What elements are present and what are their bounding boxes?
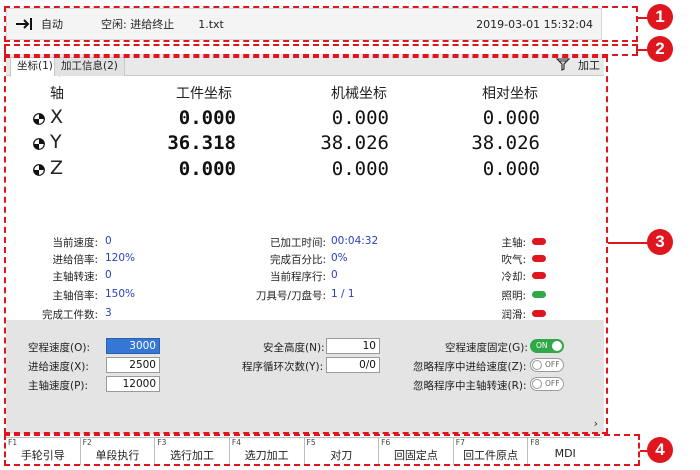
funnel-icon	[555, 57, 571, 74]
feed-speed-label: 进给速度(X):	[28, 361, 89, 373]
status-bar: 自动 空闲: 进给终止 1.txt 2019-03-01 15:32:04	[6, 8, 602, 40]
fkey-select-tool[interactable]: F4 选刀加工	[230, 438, 305, 465]
arrow-into-bracket-icon	[15, 17, 35, 31]
tab-bar: 坐标(1) 加工信息(2) 加工	[6, 54, 604, 77]
machining-label: 加工	[578, 59, 600, 72]
work-coord-value: 0.000	[178, 158, 236, 180]
file-name: 1.txt	[198, 17, 224, 31]
info-spindle-rate-value: 150%	[105, 288, 136, 300]
annotation-badge-3: 3	[647, 229, 673, 255]
ignore-spindle-label: 忽略程序中主轴转速(R):	[413, 380, 527, 392]
fkey-mdi[interactable]: F8 MDI	[528, 438, 602, 465]
axis-label: X	[50, 106, 64, 128]
axis-row-y: Y 36.318 38.026 38.026	[6, 131, 604, 157]
fkey-tool-setting[interactable]: F5 对刀	[305, 438, 380, 465]
rapid-fixed-label: 空程速度固定(G):	[445, 342, 528, 354]
ignore-feed-label: 忽略程序中进给速度(Z):	[413, 361, 527, 373]
air-led	[532, 255, 546, 262]
datetime: 2019-03-01 15:32:04	[476, 17, 593, 31]
header-relative-coord: 相对坐标	[482, 86, 538, 102]
info-current-speed-value: 0	[105, 235, 112, 247]
info-feed-rate: 进给倍率:	[52, 254, 98, 266]
rapid-fixed-toggle[interactable]: ON	[530, 339, 564, 353]
tab-machining-info[interactable]: 加工信息(2)	[54, 57, 125, 76]
header-work-coord: 工件坐标	[176, 86, 232, 102]
loop-count-input[interactable]: 0/0	[326, 357, 380, 373]
pie-icon	[33, 164, 45, 176]
light-led	[532, 291, 546, 298]
chevron-right-icon[interactable]: ›	[594, 417, 598, 430]
function-key-bar: F1 手轮引导 F2 单段执行 F3 选行加工 F4 选刀加工 F5 对刀 F6 回固定点 …	[6, 437, 602, 465]
lube-led	[532, 310, 546, 317]
info-percent-done-value: 0%	[331, 252, 348, 264]
info-tool-number: 刀具号/刀盘号:	[255, 290, 326, 302]
axis-row-x: X 0.000 0.000 0.000	[6, 106, 604, 132]
safe-height-label: 安全高度(N):	[263, 342, 325, 354]
header-axis: 轴	[50, 86, 64, 102]
axis-label: Z	[50, 157, 64, 179]
fkey-fixed-point[interactable]: F6 回固定点	[379, 438, 454, 465]
info-elapsed-time: 已加工时间:	[269, 237, 326, 249]
indicator-light: 照明:	[501, 290, 526, 302]
info-tool-number-value: 1 / 1	[331, 288, 355, 300]
info-elapsed-time-value: 00:04:32	[331, 235, 379, 247]
machine-coord-value: 0.000	[331, 158, 389, 180]
pie-icon	[33, 138, 45, 150]
fkey-select-line[interactable]: F3 选行加工	[155, 438, 230, 465]
parameter-panel: 空程速度(O): 3000 进给速度(X): 2500 主轴速度(P): 120…	[6, 320, 604, 434]
relative-coord-value: 0.000	[482, 107, 540, 129]
indicator-air: 吹气:	[501, 254, 526, 266]
work-coord-value: 0.000	[178, 107, 236, 129]
fkey-work-origin[interactable]: F7 回工件原点	[454, 438, 529, 465]
machine-state: 空闲: 进给终止	[101, 18, 175, 31]
machining-filter-button[interactable]: 加工	[555, 56, 600, 74]
rapid-speed-input[interactable]: 3000	[106, 338, 160, 354]
info-current-line: 当前程序行:	[269, 271, 326, 283]
loop-count-label: 程序循环次数(Y):	[242, 361, 324, 373]
machine-coord-value: 38.026	[320, 132, 389, 154]
info-percent-done: 完成百分比:	[269, 254, 326, 266]
indicator-lube: 润滑:	[501, 309, 526, 321]
mode-label: 自动	[41, 18, 63, 31]
spindle-speed-label: 主轴速度(P):	[28, 380, 89, 392]
coordinate-panel: 轴 工件坐标 机械坐标 相对坐标 X 0.000 0.000 0.000 Y 3…	[6, 77, 604, 321]
spindle-speed-input[interactable]: 12000	[106, 376, 160, 392]
pie-icon	[33, 113, 45, 125]
indicator-spindle: 主轴:	[501, 237, 526, 249]
relative-coord-value: 38.026	[471, 132, 540, 154]
info-finished-parts: 完成工件数:	[41, 309, 98, 321]
info-feed-rate-value: 120%	[105, 252, 136, 264]
info-spindle-speed-value: 0	[105, 269, 112, 281]
axis-row-z: Z 0.000 0.000 0.000	[6, 157, 604, 183]
info-current-speed: 当前速度:	[52, 237, 98, 249]
info-finished-parts-value: 3	[105, 307, 112, 319]
rapid-speed-label: 空程速度(O):	[28, 342, 90, 354]
fkey-single-step[interactable]: F2 单段执行	[81, 438, 156, 465]
header-machine-coord: 机械坐标	[331, 86, 387, 102]
annotation-leader-3	[608, 242, 648, 244]
spindle-led	[532, 238, 546, 245]
annotation-badge-2: 2	[647, 36, 673, 62]
info-spindle-rate: 主轴倍率:	[52, 290, 98, 302]
safe-height-input[interactable]: 10	[326, 338, 380, 354]
coolant-led	[532, 272, 546, 279]
work-coord-value: 36.318	[167, 132, 236, 154]
indicator-coolant: 冷却:	[501, 271, 526, 283]
ignore-feed-toggle[interactable]: OFF	[530, 358, 564, 372]
machine-coord-value: 0.000	[331, 107, 389, 129]
info-current-line-value: 0	[331, 269, 338, 281]
fkey-handwheel[interactable]: F1 手轮引导	[6, 438, 81, 465]
ignore-spindle-toggle[interactable]: OFF	[530, 377, 564, 391]
annotation-badge-4: 4	[647, 437, 673, 463]
feed-speed-input[interactable]: 2500	[106, 357, 160, 373]
tab-coordinates[interactable]: 坐标(1)	[10, 57, 60, 77]
annotation-badge-1: 1	[647, 4, 673, 30]
info-spindle-speed: 主轴转速:	[52, 271, 98, 283]
relative-coord-value: 0.000	[482, 158, 540, 180]
axis-label: Y	[50, 131, 62, 153]
